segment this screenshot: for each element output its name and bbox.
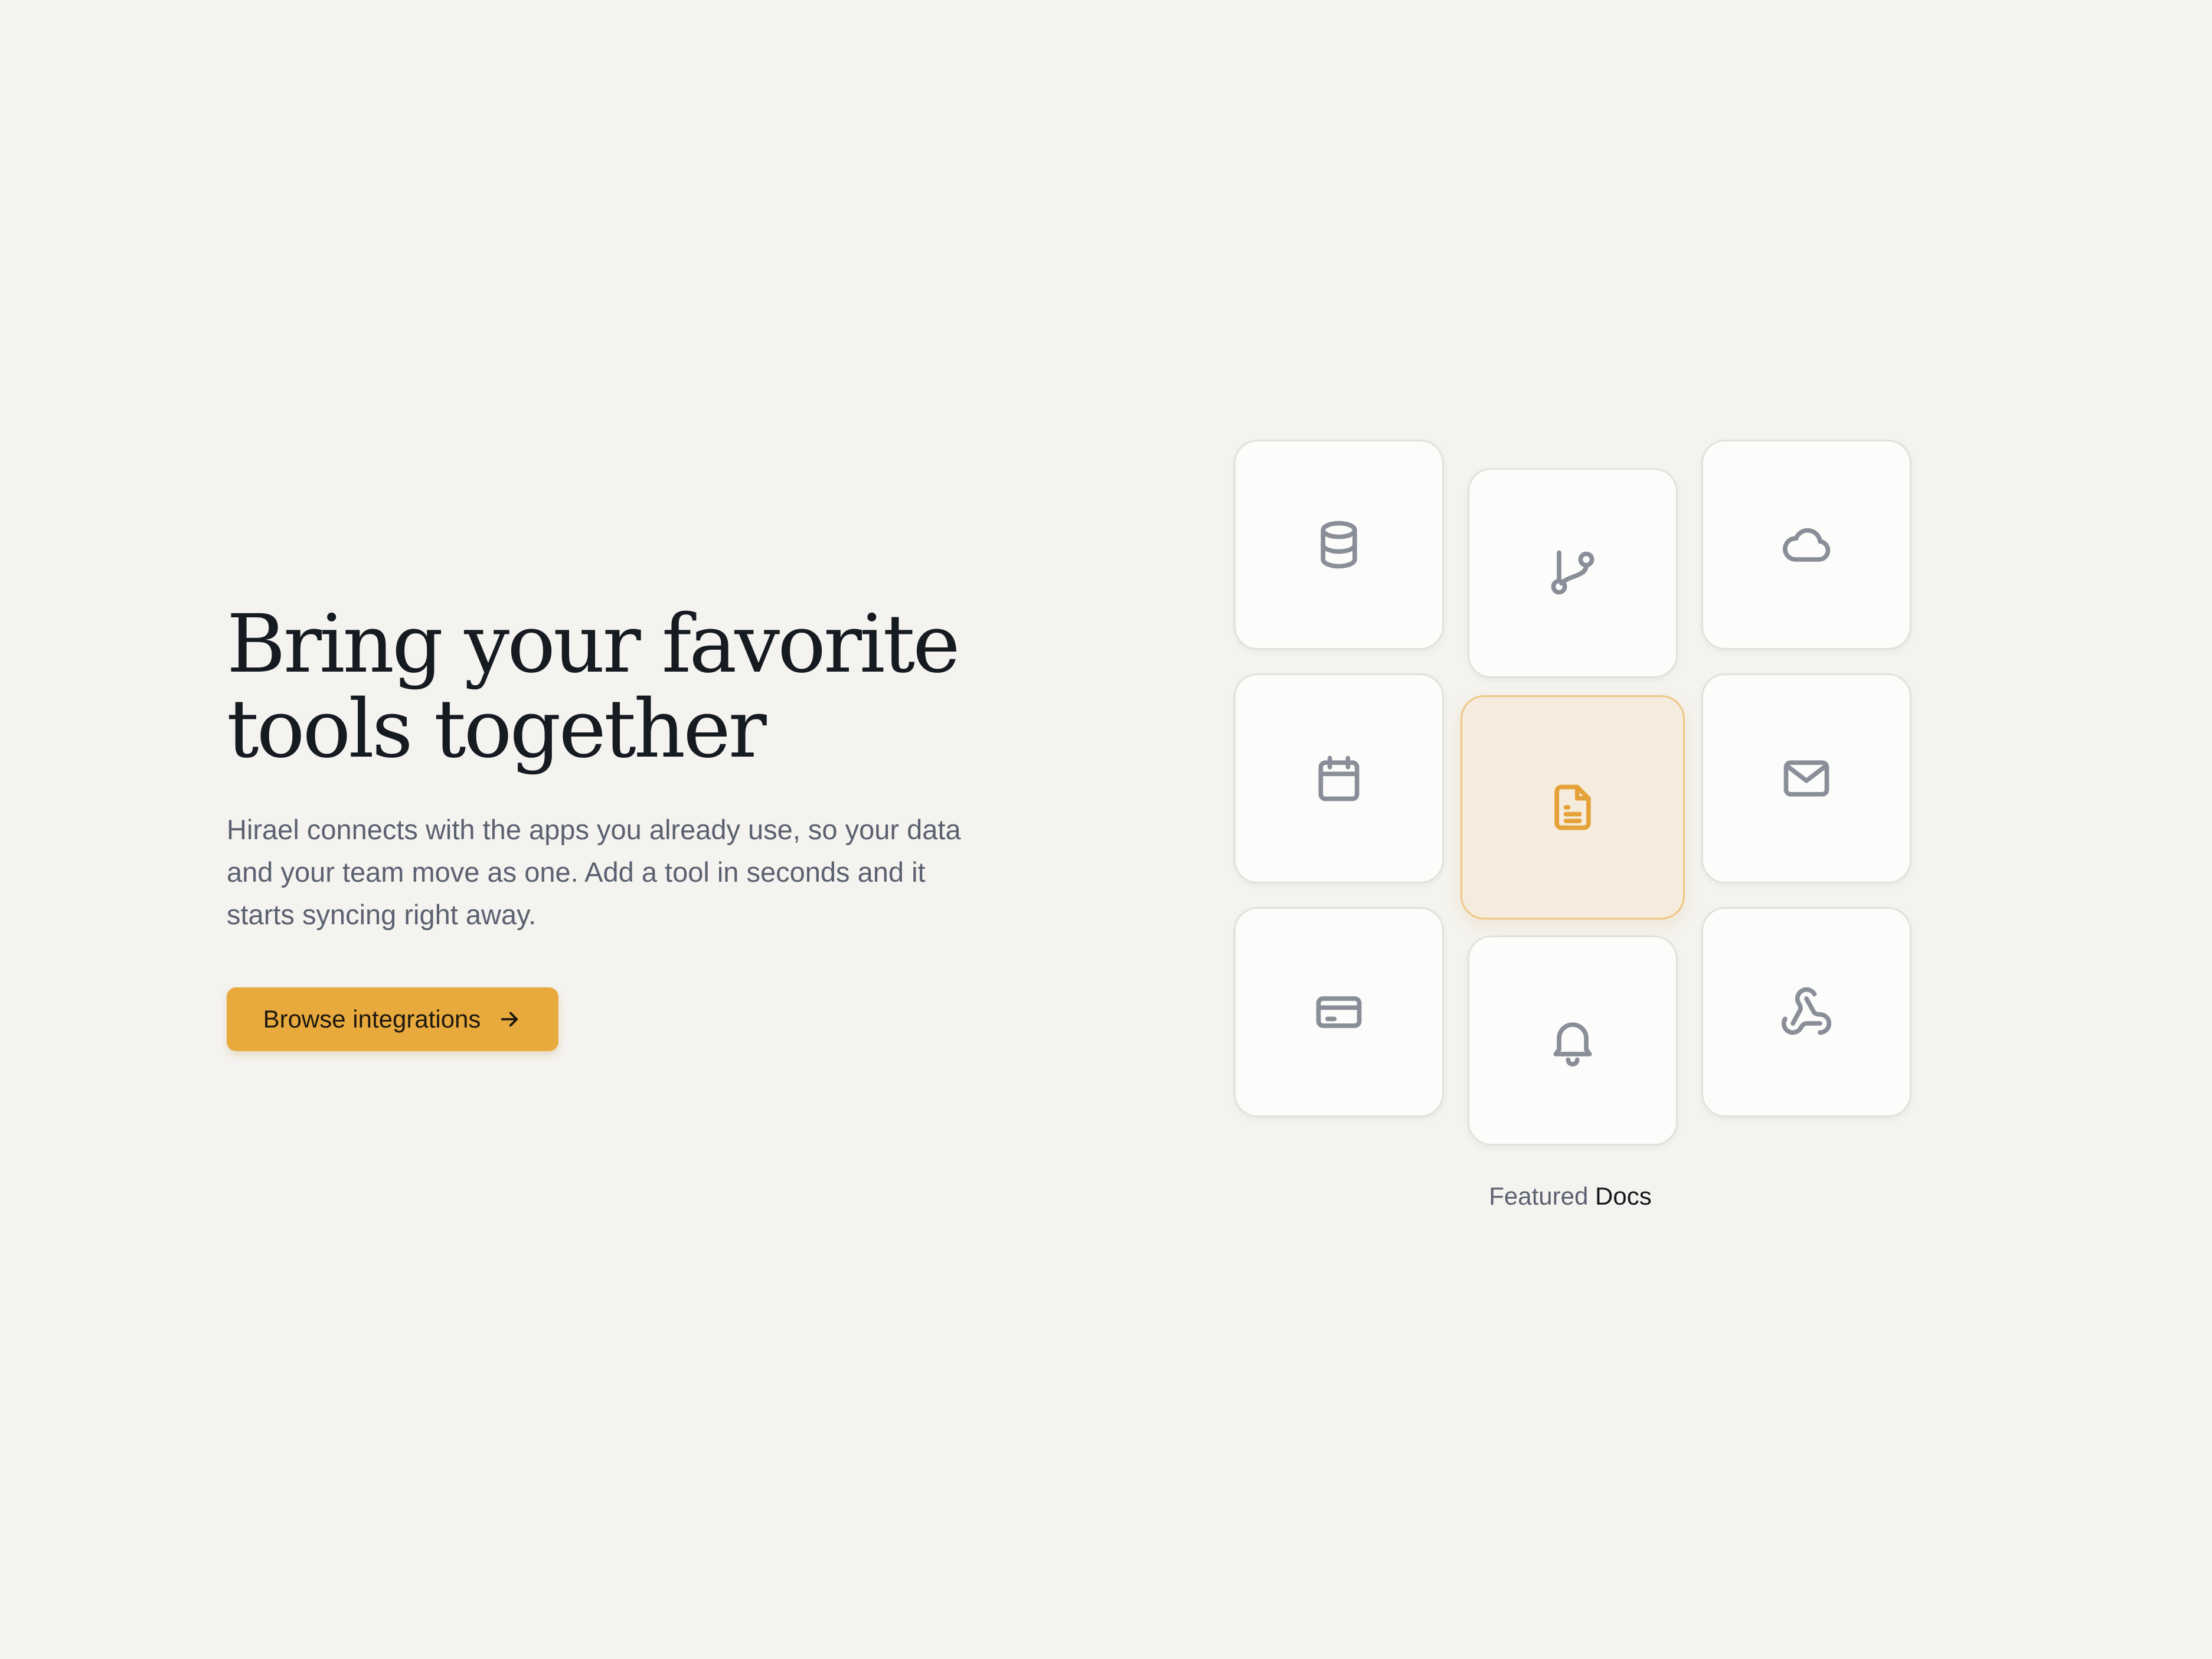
integration-tile-cloud[interactable] [1701,440,1912,650]
description-line-2: and your team move as one. Add a tool in… [227,856,926,888]
browse-integrations-button[interactable]: Browse integrations [227,987,558,1051]
integration-tile-git-branch[interactable] [1468,468,1678,678]
credit-card-icon [1316,996,1362,1028]
arrow-right-icon [497,1007,522,1032]
integration-tile-bell[interactable] [1468,935,1678,1146]
featured-caption: Featured Docs [1334,1182,1806,1210]
featured-name: Docs [1595,1182,1652,1210]
calendar-icon [1318,755,1360,801]
hero-copy: Bring your favorite tools together Hirae… [227,602,1030,936]
git-branch-icon [1551,550,1595,595]
bell-icon [1553,1022,1592,1067]
featured-prefix: Featured [1489,1182,1589,1210]
cloud-icon [1782,528,1831,562]
integration-tile-calendar[interactable] [1234,673,1444,884]
browse-integrations-label: Browse integrations [263,1005,481,1033]
page-title: Bring your favorite tools together [227,602,1030,772]
webhook-icon [1781,987,1832,1035]
integration-tile-credit-card[interactable] [1234,907,1444,1117]
integration-tile-docs-featured[interactable] [1460,695,1685,920]
headline-line-2: tools together [227,683,767,776]
description-line-3: starts syncing right away. [227,899,537,930]
headline-line-1: Bring your favorite [227,598,960,691]
description-line-1: Hirael connects with the apps you alread… [227,814,961,845]
mail-icon [1783,760,1829,797]
integration-tile-webhook[interactable] [1701,907,1912,1117]
hero-description: Hirael connects with the apps you alread… [227,809,1006,936]
integration-tile-mail[interactable] [1701,673,1912,884]
integration-tile-database[interactable] [1234,440,1444,650]
database-icon [1321,521,1357,569]
document-icon [1554,784,1591,830]
